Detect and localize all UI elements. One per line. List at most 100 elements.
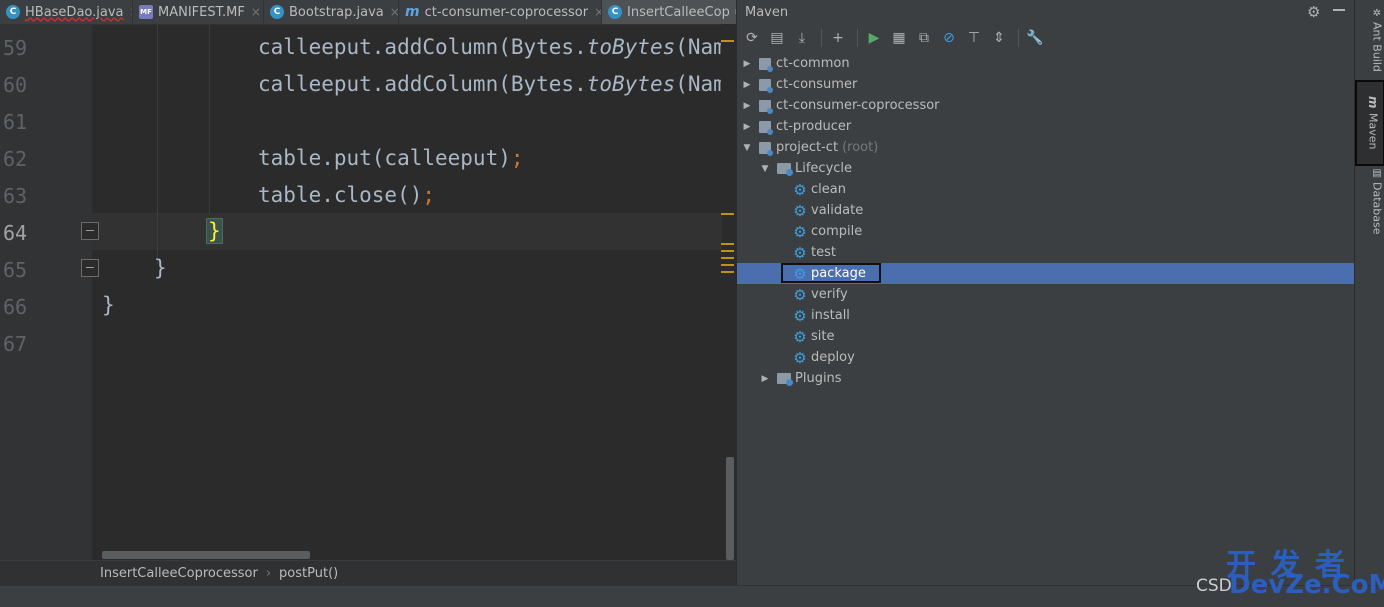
code-line-65[interactable]: } — [154, 256, 167, 280]
stripe-marker[interactable] — [721, 264, 734, 266]
toolbar-separator — [821, 29, 822, 47]
watermark-en: DevZe.CoM — [1229, 570, 1384, 600]
add-icon[interactable]: + — [827, 27, 849, 49]
code-line-64[interactable]: } — [206, 218, 223, 244]
maven-tool-window: Maven ⚙ ⟳ ▤ ⤓ + ▶ ▦ ⧉ ⊘ ⊤ ⇕ 🔧 ▶ ct-common… — [736, 0, 1355, 585]
current-line-highlight — [92, 213, 722, 250]
collapse-arrow-icon[interactable]: ▼ — [759, 164, 771, 174]
breadcrumb-method[interactable]: postPut() — [279, 566, 338, 581]
ant-build-tab[interactable]: ✲ Ant Build — [1355, 8, 1384, 78]
indent-guide — [157, 24, 158, 264]
wrench-icon[interactable]: 🔧 — [1024, 27, 1046, 49]
line-number: 66 — [3, 295, 28, 319]
maven-project-root[interactable]: ▼ project-ct (root) — [741, 137, 878, 158]
tab-ct-consumer-coprocessor[interactable]: m ct-consumer-coprocessor × — [399, 0, 602, 24]
close-icon[interactable]: × — [251, 5, 261, 19]
code-line-59[interactable]: calleeput.addColumn(Bytes.toBytes(Nam — [258, 35, 721, 59]
skip-tests-icon[interactable]: ⊘ — [938, 27, 960, 49]
goal-deploy[interactable]: ⚙ deploy — [793, 347, 855, 368]
line-number: 65 — [3, 258, 28, 282]
fold-marker[interactable] — [81, 222, 99, 240]
maven-title: Maven — [745, 4, 789, 20]
gear-icon: ⚙ — [793, 348, 807, 367]
maven-icon: m — [405, 4, 420, 20]
status-bar — [0, 585, 1384, 607]
fold-marker[interactable] — [81, 259, 99, 277]
code-line-63[interactable]: table.close(); — [258, 183, 435, 207]
toolbar-separator — [857, 29, 858, 47]
matched-brace: } — [206, 218, 223, 244]
gear-icon[interactable]: ⚙ — [1307, 3, 1320, 21]
maven-tab[interactable]: m Maven — [1355, 80, 1384, 166]
goal-clean[interactable]: ⚙ clean — [793, 179, 846, 200]
toggle-offline-icon[interactable]: ⧉ — [913, 27, 935, 49]
line-number: 61 — [3, 110, 28, 134]
goal-compile[interactable]: ⚙ compile — [793, 221, 862, 242]
maven-project-ct-producer[interactable]: ▶ ct-producer — [741, 116, 851, 137]
expand-arrow-icon[interactable]: ▶ — [741, 101, 753, 111]
watermark-prefix: CSD — [1196, 576, 1232, 596]
stripe-marker[interactable] — [721, 257, 734, 259]
generate-sources-icon[interactable]: ▤ — [766, 27, 788, 49]
line-number: 67 — [3, 332, 28, 356]
lifecycle-node[interactable]: ▼ Lifecycle — [759, 158, 852, 179]
tab-hbasedao[interactable]: C HBaseDao.java × — [0, 0, 133, 24]
vertical-scrollbar[interactable] — [726, 457, 734, 560]
tab-insertcalleecoprocessor[interactable]: C InsertCalleeCop ≡3 — [602, 0, 736, 24]
collapse-arrow-icon[interactable]: ▼ — [741, 143, 753, 153]
stripe-marker[interactable] — [721, 243, 734, 245]
code-line-62[interactable]: table.put(calleeput); — [258, 146, 524, 170]
stripe-marker[interactable] — [721, 40, 734, 42]
tab-bootstrap[interactable]: C Bootstrap.java × — [264, 0, 399, 24]
line-number: 64 — [3, 221, 28, 245]
expand-arrow-icon[interactable]: ▶ — [759, 374, 771, 384]
show-dependencies-icon[interactable]: ⊤ — [963, 27, 985, 49]
run-icon[interactable]: ▶ — [863, 27, 885, 49]
code-line-60[interactable]: calleeput.addColumn(Bytes.toBytes(Nam — [258, 72, 721, 96]
editor-tabs: C HBaseDao.java × MF MANIFEST.MF × C Boo… — [0, 0, 736, 25]
breadcrumb-class[interactable]: InsertCalleeCoprocessor — [100, 566, 258, 581]
goal-verify[interactable]: ⚙ verify — [793, 284, 847, 305]
indent-guide — [209, 24, 210, 214]
goal-validate[interactable]: ⚙ validate — [793, 200, 863, 221]
stripe-marker[interactable] — [721, 250, 734, 252]
close-icon[interactable]: × — [594, 5, 601, 19]
execute-goal-icon[interactable]: ▦ — [888, 27, 910, 49]
class-icon: C — [608, 5, 622, 19]
expand-arrow-icon[interactable]: ▶ — [741, 80, 753, 90]
breadcrumb: InsertCalleeCoprocessor › postPut() — [0, 560, 736, 586]
tab-manifest[interactable]: MF MANIFEST.MF × — [133, 0, 264, 24]
stripe-marker[interactable] — [721, 213, 734, 215]
download-icon[interactable]: ⤓ — [791, 27, 813, 49]
line-gutter — [0, 24, 92, 560]
stripe-marker[interactable] — [721, 271, 734, 273]
close-icon[interactable]: × — [390, 5, 398, 19]
maven-module-icon — [759, 57, 773, 72]
maven-project-ct-consumer[interactable]: ▶ ct-consumer — [741, 74, 857, 95]
collapse-all-icon[interactable]: ⇕ — [988, 27, 1010, 49]
expand-arrow-icon[interactable]: ▶ — [741, 59, 753, 69]
code-line-66[interactable]: } — [102, 293, 115, 317]
plugins-node[interactable]: ▶ Plugins — [759, 368, 842, 389]
gear-icon: ⚙ — [793, 222, 807, 241]
class-icon: C — [270, 5, 284, 19]
horizontal-scrollbar[interactable] — [102, 551, 310, 559]
reimport-icon[interactable]: ⟳ — [741, 27, 763, 49]
minimize-icon[interactable] — [1333, 9, 1345, 11]
line-number: 59 — [3, 36, 28, 60]
goal-test[interactable]: ⚙ test — [793, 242, 836, 263]
line-number: 60 — [3, 73, 28, 97]
plugins-folder-icon — [777, 373, 793, 386]
gear-icon: ⚙ — [793, 285, 807, 304]
maven-module-icon — [759, 141, 773, 156]
expand-arrow-icon[interactable]: ▶ — [741, 122, 753, 132]
maven-project-ct-consumer-coprocessor[interactable]: ▶ ct-consumer-coprocessor — [741, 95, 940, 116]
maven-project-ct-common[interactable]: ▶ ct-common — [741, 53, 850, 74]
ant-icon: ✲ — [1371, 8, 1383, 19]
goal-site[interactable]: ⚙ site — [793, 326, 834, 347]
database-tab[interactable]: ▤ Database — [1355, 168, 1384, 240]
manifest-file-icon: MF — [139, 5, 153, 19]
goal-install[interactable]: ⚙ install — [793, 305, 850, 326]
breadcrumb-separator: › — [265, 566, 272, 581]
maven-module-icon — [759, 120, 773, 135]
